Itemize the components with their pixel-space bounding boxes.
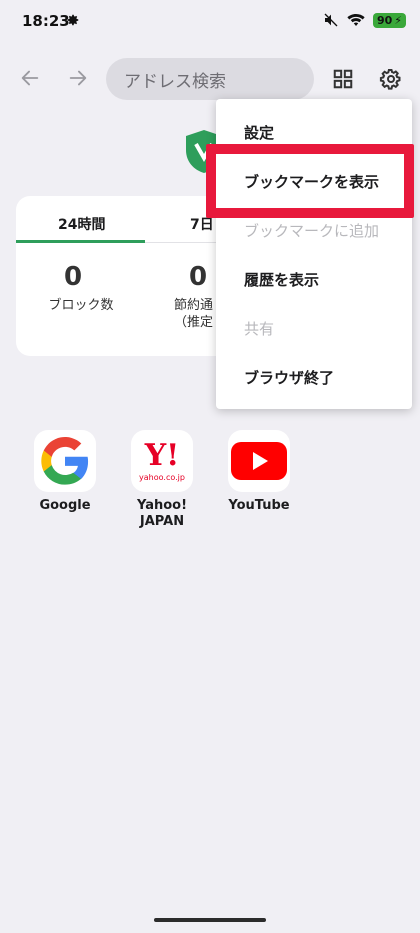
yahoo-label: Yahoo! JAPAN bbox=[130, 498, 194, 530]
mute-icon bbox=[324, 13, 338, 27]
menu-item-history[interactable]: 履歴を表示 bbox=[244, 269, 319, 290]
status-time: 18:23 bbox=[22, 12, 70, 30]
address-placeholder: アドレス検索 bbox=[124, 71, 226, 92]
blocked-label: ブロック数 bbox=[48, 298, 114, 313]
menu-item-share: 共有 bbox=[244, 320, 275, 338]
google-icon bbox=[34, 430, 96, 492]
yahoo-logo-text: Y! bbox=[144, 437, 180, 473]
address-search-input[interactable]: アドレス検索 bbox=[106, 58, 314, 100]
menu-item-exit-browser[interactable]: ブラウザ終了 bbox=[244, 367, 334, 388]
tab-24h[interactable]: 24時間 bbox=[58, 214, 105, 234]
yahoo-icon: Y! yahoo.co.jp bbox=[131, 430, 193, 492]
youtube-icon bbox=[228, 430, 290, 492]
battery-level: 90 bbox=[376, 13, 393, 27]
google-label: Google bbox=[39, 498, 91, 513]
youtube-label: YouTube bbox=[228, 498, 290, 513]
blocked-count: 0 bbox=[64, 262, 83, 292]
yahoo-logo-subtext: yahoo.co.jp bbox=[139, 472, 185, 482]
wifi-icon bbox=[347, 14, 365, 26]
grid-icon bbox=[333, 69, 353, 89]
back-button[interactable] bbox=[14, 62, 46, 94]
highlight-box bbox=[206, 144, 414, 218]
status-indicators: 90 ⚡ bbox=[323, 12, 406, 28]
shortcut-google[interactable]: Google bbox=[33, 430, 97, 514]
shortcut-yahoo-japan[interactable]: Y! yahoo.co.jp Yahoo! JAPAN bbox=[130, 430, 194, 530]
menu-item-add-bookmark: ブックマークに追加 bbox=[244, 222, 380, 240]
home-indicator[interactable] bbox=[154, 918, 266, 922]
settings-button[interactable] bbox=[374, 62, 408, 96]
battery-indicator: 90 ⚡ bbox=[372, 12, 406, 28]
tabs-grid-button[interactable] bbox=[326, 62, 360, 96]
saved-count: 0 bbox=[189, 262, 208, 292]
arrow-right-icon bbox=[69, 70, 87, 86]
shortcut-youtube[interactable]: YouTube bbox=[227, 430, 291, 514]
menu-item-settings[interactable]: 設定 bbox=[244, 122, 274, 143]
gear-icon bbox=[379, 69, 401, 90]
tab-24h-indicator bbox=[16, 240, 145, 243]
yahoo-label-line2: JAPAN bbox=[139, 514, 185, 529]
arrow-left-icon bbox=[21, 70, 39, 86]
settings-notification-icon bbox=[67, 14, 79, 26]
yahoo-label-line1: Yahoo! bbox=[136, 498, 188, 513]
charging-icon: ⚡ bbox=[394, 13, 402, 27]
forward-button[interactable] bbox=[62, 62, 94, 94]
